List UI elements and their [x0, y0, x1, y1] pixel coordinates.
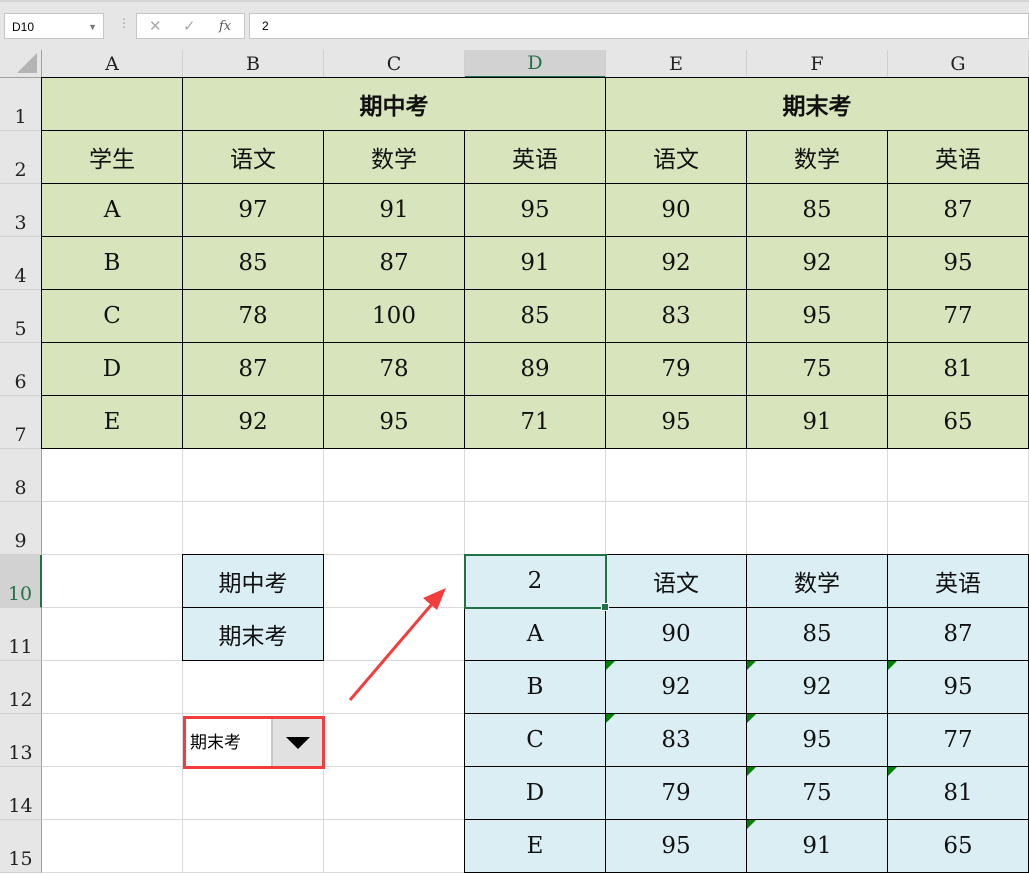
arrow-shaft: [348, 603, 434, 701]
arrow-annotation: [348, 588, 446, 701]
arrow-head-icon: [423, 588, 446, 610]
